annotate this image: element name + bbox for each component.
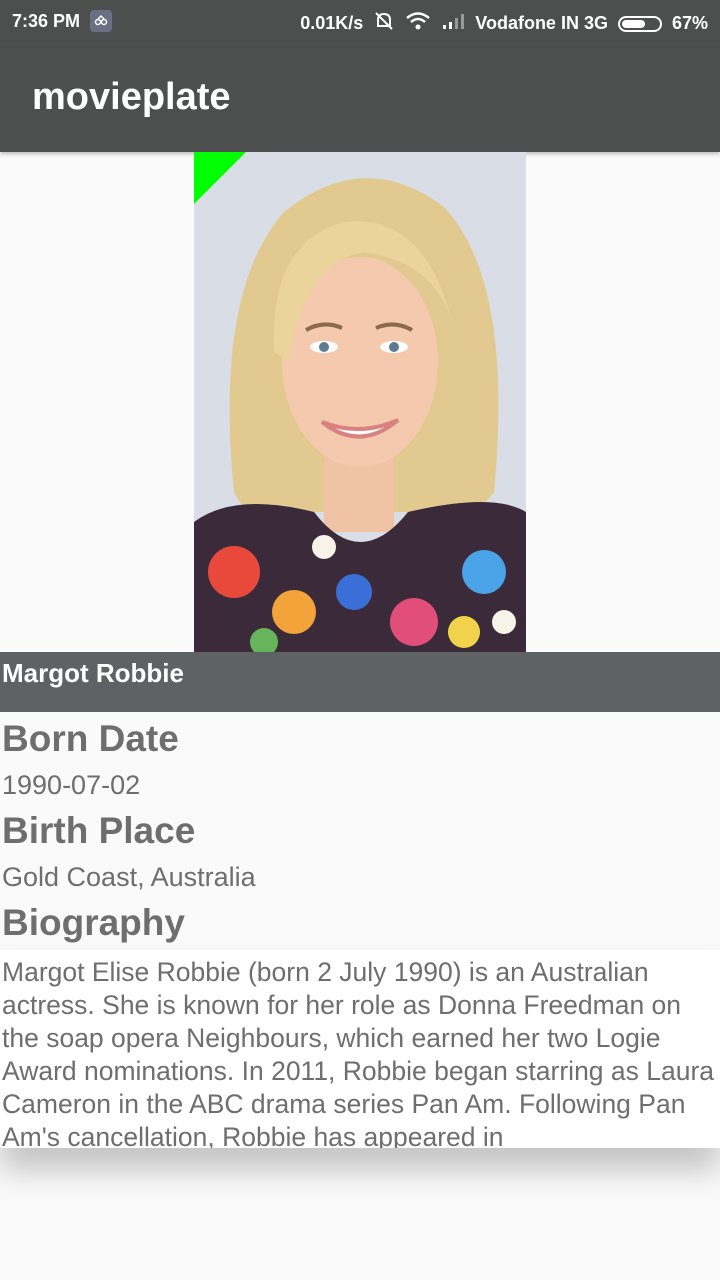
birth-place-value: Gold Coast, Australia [2,862,256,892]
biography-label: Biography [2,902,185,943]
corner-badge [194,152,246,204]
person-photo-illustration [194,152,526,652]
status-time: 7:36 PM [12,10,81,31]
name-bar: Margot Robbie [0,652,720,712]
network-speed: 0.01K/s [300,13,364,33]
status-bar-right: 0.01K/s Vodafone IN 3G 67% [300,10,708,37]
biography-card[interactable]: Margot Elise Robbie (born 2 July 1990) i… [0,950,720,1148]
notification-app-icon [90,10,113,32]
mute-bell-icon [373,10,395,37]
battery-icon [617,15,662,32]
person-name: Margot Robbie [2,658,184,688]
signal-icon [441,12,465,35]
battery-percent: 67% [671,13,708,33]
wifi-icon [405,11,431,36]
app-title: movieplate [32,76,231,118]
birth-place-label: Birth Place [2,810,196,851]
status-bar: 7:36 PM 0.01K/s Vodafone IN 3G 67% [0,0,720,42]
carrier-name: Vodafone IN 3G [475,13,608,33]
biography-text: Margot Elise Robbie (born 2 July 1990) i… [2,957,715,1148]
born-date-label: Born Date [2,718,179,759]
status-bar-left: 7:36 PM [12,10,113,32]
profile-photo[interactable] [194,152,526,652]
born-date-value: 1990-07-02 [2,770,141,800]
app-bar: movieplate [0,42,720,152]
